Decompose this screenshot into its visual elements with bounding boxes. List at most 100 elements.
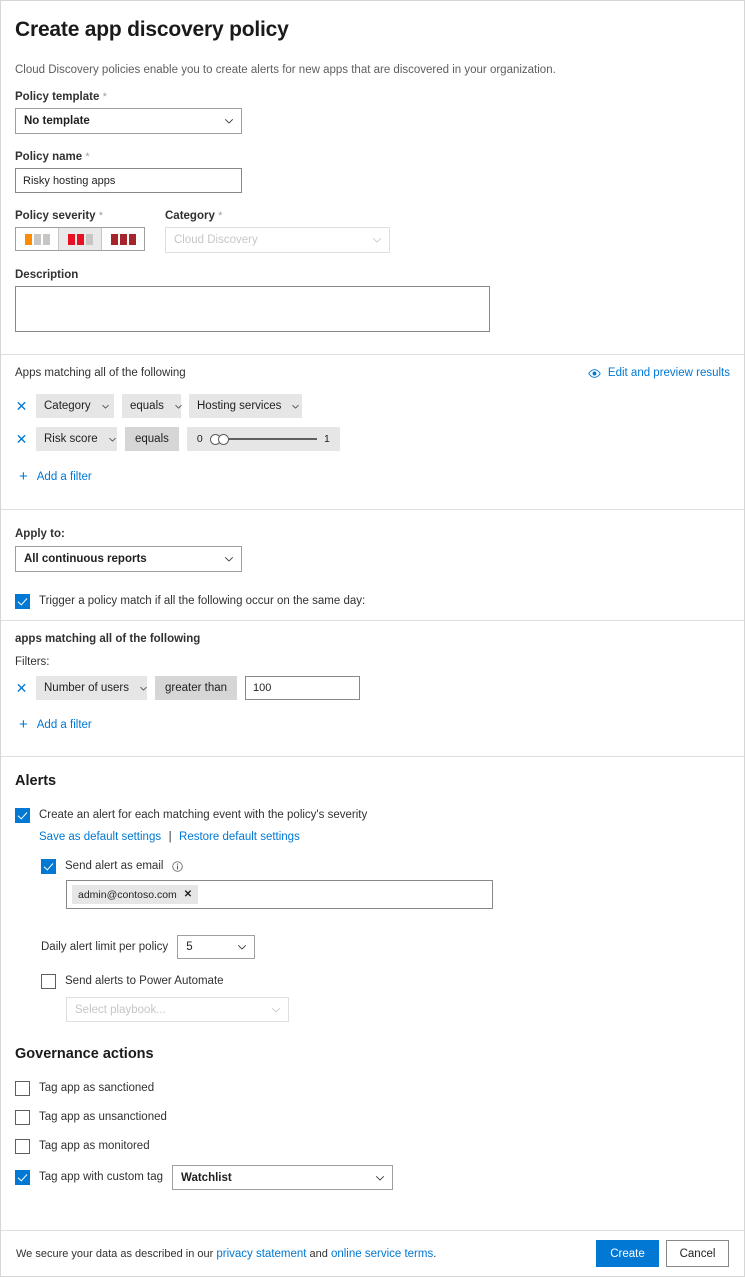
alerts-section-title: Alerts [15,773,730,789]
category-select: Cloud Discovery [165,227,390,253]
send-alert-as-email-row[interactable]: Send alert as email [41,859,730,874]
custom-tag-select[interactable]: Watchlist [172,1165,393,1190]
filter-value-input[interactable]: 100 [245,676,360,700]
save-as-default-settings-link[interactable]: Save as default settings [39,831,161,843]
policy-template-label: Policy template * [15,91,730,103]
footer-text-middle: and [306,1248,330,1260]
create-alert-checkbox[interactable] [15,808,30,823]
close-icon[interactable]: ✕ [184,889,192,900]
add-filter-button[interactable]: + Add a filter [19,717,730,732]
same-day-subtitle: apps matching all of the following [15,633,730,645]
cancel-button[interactable]: Cancel [666,1240,729,1267]
remove-filter-icon[interactable]: ✕ [15,399,28,413]
trigger-policy-match-label: Trigger a policy match if all the follow… [39,594,365,609]
apps-matching-title: Apps matching all of the following [15,367,588,379]
page-intro-text: Cloud Discovery policies enable you to c… [1,64,744,76]
online-service-terms-link[interactable]: online service terms [331,1248,433,1260]
slider-track[interactable] [210,433,317,445]
filter-row: ✕ Risk score equals 0 1 [15,427,730,451]
remove-filter-icon[interactable]: ✕ [15,432,28,446]
filters-label: Filters: [15,656,730,668]
category-value: Cloud Discovery [174,234,258,246]
tag-monitored-checkbox[interactable] [15,1139,30,1154]
risk-score-range-slider[interactable]: 0 1 [187,427,340,451]
slider-handle-max[interactable] [218,434,229,445]
tag-monitored-row[interactable]: Tag app as monitored [15,1139,730,1154]
range-min-label: 0 [197,433,203,445]
send-alert-as-email-checkbox[interactable] [41,859,56,874]
link-separator: | [169,831,172,843]
apply-to-select[interactable]: All continuous reports [15,546,242,572]
filter-row: ✕ Number of users greater than 100 [15,676,730,700]
required-asterisk: * [218,210,222,222]
add-filter-button[interactable]: + Add a filter [19,469,730,484]
plus-icon: + [19,469,28,484]
send-alerts-power-automate-checkbox[interactable] [41,974,56,989]
tag-custom-checkbox[interactable] [15,1170,30,1185]
trigger-policy-match-checkbox[interactable] [15,594,30,609]
category-label: Category * [165,210,390,222]
chevron-down-icon [174,402,183,411]
footer-text-before: We secure your data as described in our [16,1248,216,1260]
daily-alert-limit-select[interactable]: 5 [177,935,255,959]
description-label: Description [15,269,730,281]
page-footer: We secure your data as described in our … [1,1230,744,1276]
apply-to-label: Apply to: [15,528,730,540]
tag-unsanctioned-row[interactable]: Tag app as unsanctioned [15,1110,730,1125]
filter-operator-select[interactable]: equals [122,394,181,418]
select-playbook-dropdown: Select playbook... [66,997,289,1022]
policy-name-input[interactable]: Risky hosting apps [15,168,242,193]
filter-value: 100 [253,682,271,694]
select-playbook-placeholder: Select playbook... [75,1004,166,1016]
filter-operator-value: equals [130,400,164,412]
chevron-down-icon [224,554,234,564]
description-textarea[interactable] [15,286,490,332]
filter-field-select[interactable]: Category [36,394,114,418]
email-recipients-field[interactable]: admin@contoso.com ✕ [66,880,493,909]
range-max-label: 1 [324,433,330,445]
create-alert-row[interactable]: Create an alert for each matching event … [15,808,730,845]
filter-field-value: Number of users [44,682,129,694]
tag-unsanctioned-checkbox[interactable] [15,1110,30,1125]
chevron-down-icon [271,1005,281,1015]
filter-row: ✕ Category equals Hosting services [15,394,730,418]
severity-high-button[interactable] [101,228,144,250]
filter-operator-label: greater than [155,676,237,700]
governance-actions-title: Governance actions [15,1046,730,1062]
tag-sanctioned-checkbox[interactable] [15,1081,30,1096]
policy-severity-group[interactable] [15,227,145,251]
privacy-statement-link[interactable]: privacy statement [216,1248,306,1260]
email-token: admin@contoso.com ✕ [72,885,198,904]
chevron-down-icon [237,942,247,952]
tag-unsanctioned-label: Tag app as unsanctioned [39,1110,167,1125]
remove-filter-icon[interactable]: ✕ [15,681,28,695]
policy-template-value: No template [24,115,90,127]
create-button[interactable]: Create [596,1240,659,1267]
tag-sanctioned-row[interactable]: Tag app as sanctioned [15,1081,730,1096]
trigger-policy-match-row[interactable]: Trigger a policy match if all the follow… [15,594,730,609]
chevron-down-icon [375,1173,385,1183]
filter-field-value: Category [44,400,91,412]
chevron-down-icon [108,435,117,444]
eye-icon [588,369,601,378]
filter-value: Hosting services [197,400,281,412]
tag-custom-label: Tag app with custom tag [39,1170,163,1185]
required-asterisk: * [99,210,103,222]
edit-and-preview-results-button[interactable]: Edit and preview results [588,367,730,379]
filter-value-select[interactable]: Hosting services [189,394,302,418]
severity-low-button[interactable] [16,228,58,250]
info-icon[interactable] [172,861,183,872]
chevron-down-icon [139,684,148,693]
filter-operator-label: equals [125,427,179,451]
policy-template-select[interactable]: No template [15,108,242,134]
send-alerts-power-automate-row[interactable]: Send alerts to Power Automate [41,974,730,989]
restore-default-settings-link[interactable]: Restore default settings [179,831,300,843]
chevron-down-icon [224,116,234,126]
email-token-value: admin@contoso.com [78,889,177,901]
severity-medium-button[interactable] [58,228,101,250]
daily-alert-limit-value: 5 [186,941,192,953]
filter-field-select[interactable]: Number of users [36,676,147,700]
filter-field-select[interactable]: Risk score [36,427,117,451]
chevron-down-icon [372,235,382,245]
page-title: Create app discovery policy [1,18,744,42]
